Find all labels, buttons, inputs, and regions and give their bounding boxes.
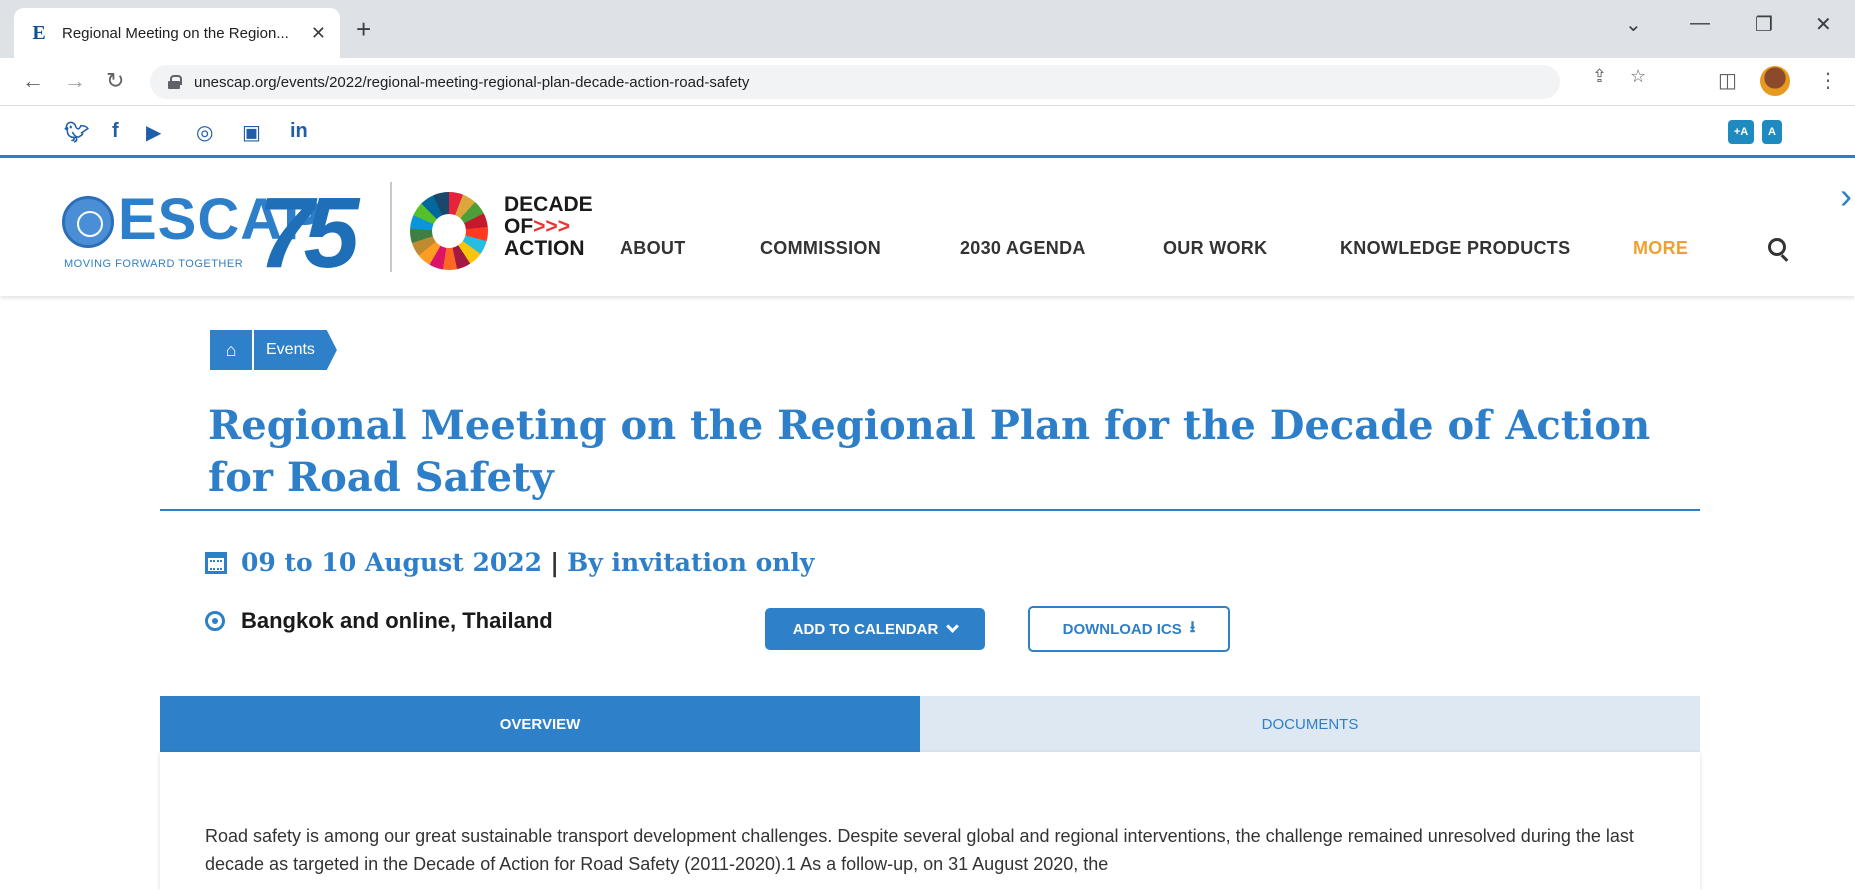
instagram-icon[interactable]: ◎ (196, 120, 213, 145)
tab-close-icon[interactable]: ✕ (311, 23, 326, 44)
calendar-icon (205, 551, 227, 574)
address-bar[interactable]: unescap.org/events/2022/regional-meeting… (150, 65, 1560, 99)
tab-overview[interactable]: OVERVIEW (160, 696, 920, 752)
logo-tagline: MOVING FORWARD TOGETHER (64, 258, 244, 270)
event-location: Bangkok and online, Thailand (241, 608, 553, 633)
nav-2030-agenda[interactable]: 2030 AGENDA (960, 238, 1086, 259)
breadcrumb: ⌂ Events (210, 330, 337, 370)
nav-about[interactable]: ABOUT (620, 238, 686, 259)
browser-toolbar: ← → ↻ unescap.org/events/2022/regional-m… (0, 58, 1855, 106)
tab-documents[interactable]: DOCUMENTS (920, 696, 1700, 752)
add-to-calendar-button[interactable]: ADD TO CALENDAR (765, 608, 985, 650)
flickr-icon[interactable]: ▣ (242, 120, 261, 145)
minimize-icon[interactable]: — (1690, 12, 1710, 35)
chevron-right-icon[interactable]: › (1840, 175, 1852, 217)
new-tab-icon[interactable]: + (356, 14, 371, 45)
nav-more[interactable]: MORE (1633, 238, 1688, 259)
browser-tab[interactable]: E Regional Meeting on the Region... ✕ (14, 8, 340, 58)
event-date-line: 09 to 10 August 2022 | By invitation onl… (205, 548, 814, 577)
decade-text: DECADE (504, 193, 593, 216)
font-size-icon[interactable]: A (1762, 120, 1782, 144)
url-text: unescap.org/events/2022/regional-meeting… (194, 73, 750, 91)
separator: | (550, 548, 560, 577)
content-tabs: OVERVIEW DOCUMENTS (160, 696, 1700, 752)
translate-icon[interactable]: +A (1728, 120, 1754, 144)
menu-kebab-icon[interactable]: ⋮ (1818, 68, 1838, 93)
add-to-calendar-label: ADD TO CALENDAR (792, 620, 939, 638)
title-divider (160, 509, 1700, 511)
youtube-icon[interactable]: ▶ (146, 120, 161, 145)
event-location-line: Bangkok and online, Thailand (205, 608, 553, 634)
overview-text: Road safety is among our great sustainab… (205, 826, 1634, 874)
sdg-wheel-icon (410, 192, 488, 270)
logo-75: 75 (258, 177, 359, 289)
download-ics-button[interactable]: DOWNLOAD ICS ⭳ (1028, 606, 1230, 652)
share-icon[interactable]: ⇪ (1592, 66, 1607, 87)
event-access: By invitation only (567, 548, 815, 577)
close-window-icon[interactable]: ✕ (1815, 12, 1832, 37)
side-panel-icon[interactable]: ◫ (1718, 68, 1737, 93)
un-emblem-icon (62, 196, 114, 248)
event-date: 09 to 10 August 2022 (241, 548, 543, 577)
tab-title: Regional Meeting on the Region... (62, 24, 289, 42)
arrows-text: >>> (533, 215, 570, 238)
search-icon[interactable] (1768, 238, 1786, 256)
back-icon[interactable]: ← (22, 68, 44, 94)
location-pin-icon (205, 611, 225, 631)
logo-divider (390, 182, 392, 272)
of-text: OF (504, 215, 534, 238)
nav-commission[interactable]: COMMISSION (760, 238, 881, 259)
chevron-down-icon (946, 620, 960, 633)
breadcrumb-events[interactable]: Events (252, 330, 337, 370)
browser-tab-bar: E Regional Meeting on the Region... ✕ + … (0, 0, 1855, 58)
reload-icon[interactable]: ↻ (106, 68, 124, 94)
nav-knowledge-products[interactable]: KNOWLEDGE PRODUCTS (1340, 238, 1570, 259)
forward-icon[interactable]: → (64, 68, 86, 94)
download-icon: ⭳ (1189, 618, 1196, 636)
decade-of-action-text: DECADE OF>>> ACTION (504, 194, 593, 260)
restore-icon[interactable]: ❐ (1755, 12, 1773, 37)
facebook-icon[interactable]: f (112, 120, 119, 143)
tab-search-chevron-icon[interactable]: ⌄ (1625, 12, 1642, 37)
lock-icon[interactable] (168, 75, 182, 89)
social-bar: 🐦︎ f ▶ ◎ ▣ in +A A (0, 106, 1855, 158)
site-header: ESCAP 75 MOVING FORWARD TOGETHER DECADE … (0, 158, 1855, 296)
twitter-icon[interactable]: 🐦︎ (64, 120, 89, 145)
download-ics-label: DOWNLOAD ICS (1062, 620, 1182, 638)
escap-favicon-icon: E (32, 22, 46, 44)
action-text: ACTION (504, 237, 585, 260)
nav-our-work[interactable]: OUR WORK (1163, 238, 1267, 259)
profile-avatar[interactable] (1760, 66, 1790, 96)
linkedin-icon[interactable]: in (290, 120, 308, 143)
home-icon[interactable]: ⌂ (210, 330, 252, 370)
bookmark-star-icon[interactable]: ☆ (1630, 66, 1646, 87)
page-title: Regional Meeting on the Regional Plan fo… (208, 402, 1651, 501)
